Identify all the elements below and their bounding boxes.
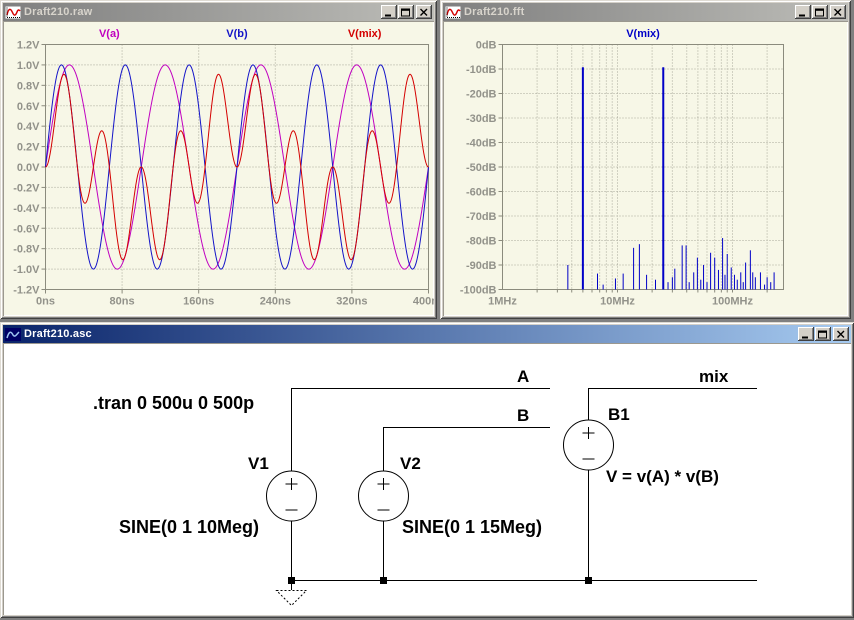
fft-plot-svg[interactable]: 0dB -10dB -20dB -30dB -40dB -50dB -60dB -70dB -8… xyxy=(443,21,848,316)
v1-name-label[interactable]: V1 xyxy=(248,454,269,474)
y-tick-label: -1.0V xyxy=(13,264,40,276)
maximize-button[interactable] xyxy=(812,5,828,19)
v2-name-label[interactable]: V2 xyxy=(400,454,421,474)
x-tick-label: 80ns xyxy=(110,296,135,308)
y-tick-label: -20dB xyxy=(466,89,497,101)
maximize-button[interactable] xyxy=(398,5,414,19)
x-tick-label: 400ns xyxy=(413,296,434,308)
y-tick-label: -0.6V xyxy=(13,223,40,235)
y-tick-label: -40dB xyxy=(466,138,497,150)
y-tick-label: -0.4V xyxy=(13,203,40,215)
y-tick-label: 1.0V xyxy=(17,60,40,72)
x-tick-label: 10MHz xyxy=(600,296,635,308)
y-tick-label: 0.6V xyxy=(17,101,40,113)
b1-name-label[interactable]: B1 xyxy=(608,405,630,425)
titlebar-raw[interactable]: Draft210.raw xyxy=(3,3,434,21)
junction-dot-v1 xyxy=(288,577,295,584)
window-title: Draft210.raw xyxy=(24,6,381,18)
y-tick-label: -60dB xyxy=(466,187,497,199)
minimize-button[interactable] xyxy=(798,327,814,341)
y-tick-label: -0.2V xyxy=(13,182,40,194)
net-label-mix[interactable]: mix xyxy=(699,367,728,387)
x-tick-label: 0ns xyxy=(36,296,55,308)
y-tick-label: -0.8V xyxy=(13,244,40,256)
y-tick-label: -90dB xyxy=(466,260,497,272)
x-tick-label: 320ns xyxy=(336,296,367,308)
schematic-canvas[interactable]: .tran 0 500u 0 500p A B mix V1 V2 B1 SIN… xyxy=(3,343,851,615)
close-button[interactable] xyxy=(416,5,432,19)
v1-plus-mark xyxy=(286,478,298,490)
close-button[interactable] xyxy=(833,327,849,341)
minimize-button[interactable] xyxy=(795,5,811,19)
titlebar-asc[interactable]: Draft210.asc xyxy=(3,325,851,343)
minimize-button[interactable] xyxy=(381,5,397,19)
x-tick-label: 1MHz xyxy=(488,296,517,308)
ground-symbol[interactable] xyxy=(277,591,307,606)
x-tick-label: 100MHz xyxy=(712,296,753,308)
spice-directive[interactable]: .tran 0 500u 0 500p xyxy=(93,393,254,414)
waveform-plot-raw[interactable]: 1.2V 1.0V 0.8V 0.6V 0.4V 0.2V 0.0V -0.2V -0.4V -0… xyxy=(3,21,434,316)
legend-vmix[interactable]: V(mix) xyxy=(626,28,660,40)
y-tick-label: 0dB xyxy=(476,40,497,52)
x-tick-label: 160ns xyxy=(183,296,214,308)
y-tick-label: -70dB xyxy=(466,211,497,223)
legend-vmix[interactable]: V(mix) xyxy=(348,28,382,40)
window-draft210-fft: Draft210.fft 0dB -10dB -20dB -30dB -40dB -50d… xyxy=(440,0,851,319)
b1-plus-mark xyxy=(583,427,595,439)
y-tick-label: 1.2V xyxy=(17,40,40,52)
waveform-plot-svg[interactable]: 1.2V 1.0V 0.8V 0.6V 0.4V 0.2V 0.0V -0.2V -0.4V -0… xyxy=(3,21,434,316)
ltspice-mdi-workspace: Draft210.raw 1.2V 1.0V 0.8V 0.6V 0.4V 0.2V 0.0… xyxy=(0,0,854,620)
close-button[interactable] xyxy=(830,5,846,19)
y-tick-label: 0.4V xyxy=(17,121,40,133)
window-title: Draft210.asc xyxy=(24,328,798,340)
y-tick-label: -10dB xyxy=(466,64,497,76)
net-label-a[interactable]: A xyxy=(517,367,529,387)
legend-vb[interactable]: V(b) xyxy=(226,28,248,40)
y-tick-label: -30dB xyxy=(466,113,497,125)
net-label-b[interactable]: B xyxy=(517,406,529,426)
legend-va[interactable]: V(a) xyxy=(99,28,120,40)
window-draft210-raw: Draft210.raw 1.2V 1.0V 0.8V 0.6V 0.4V 0.2V 0.0… xyxy=(0,0,437,319)
fft-plot-vmix[interactable]: 0dB -10dB -20dB -30dB -40dB -50dB -60dB -70dB -8… xyxy=(443,21,848,316)
waveform-viewer-icon[interactable] xyxy=(5,6,21,19)
y-tick-label: 0.0V xyxy=(17,162,40,174)
b1-value-label[interactable]: V = v(A) * v(B) xyxy=(606,467,719,487)
titlebar-fft[interactable]: Draft210.fft xyxy=(443,3,848,21)
v2-plus-mark xyxy=(378,478,390,490)
window-title: Draft210.fft xyxy=(464,6,795,18)
y-tick-label: -50dB xyxy=(466,162,497,174)
maximize-button[interactable] xyxy=(815,327,831,341)
y-tick-label: 0.8V xyxy=(17,80,40,92)
x-tick-label: 240ns xyxy=(260,296,291,308)
v1-value-label[interactable]: SINE(0 1 10Meg) xyxy=(119,517,259,538)
schematic-editor-icon[interactable] xyxy=(5,328,21,341)
v2-value-label[interactable]: SINE(0 1 15Meg) xyxy=(402,517,542,538)
junction-dot-b1 xyxy=(585,577,592,584)
y-tick-label: -80dB xyxy=(466,236,497,248)
y-tick-label: 0.2V xyxy=(17,142,40,154)
waveform-viewer-icon[interactable] xyxy=(445,6,461,19)
junction-dot-v2 xyxy=(380,577,387,584)
window-draft210-asc: Draft210.asc xyxy=(0,322,854,618)
